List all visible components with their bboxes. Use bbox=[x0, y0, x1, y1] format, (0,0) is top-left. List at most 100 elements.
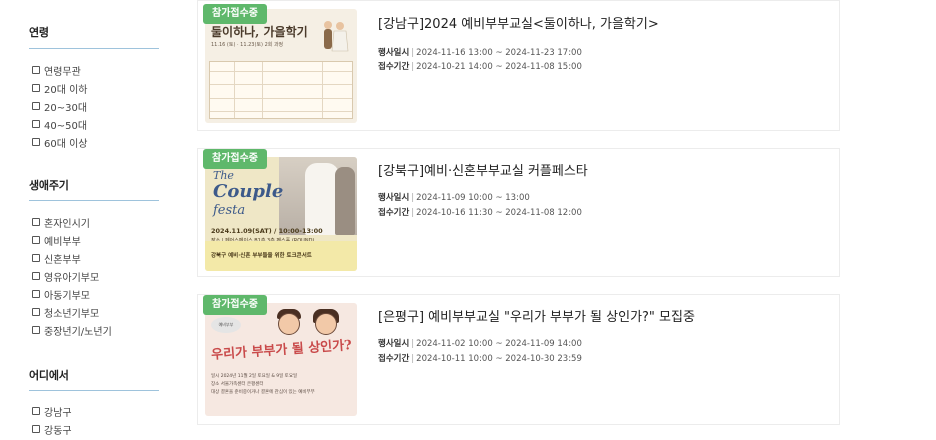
separator: | bbox=[411, 339, 415, 349]
apply-period-value: 2024-10-21 14:00 ~ 2024-11-08 15:00 bbox=[416, 62, 582, 72]
filter-option[interactable]: 20~30대 bbox=[32, 97, 88, 115]
filter-option-label: 신혼부부 bbox=[44, 254, 81, 266]
checkbox[interactable] bbox=[32, 308, 40, 316]
filter-option[interactable]: 60대 이상 bbox=[32, 133, 88, 151]
filter-option-label: 60대 이상 bbox=[44, 138, 88, 150]
filter-option[interactable]: 40~50대 bbox=[32, 115, 88, 133]
poster-schedule-table bbox=[209, 61, 353, 119]
poster-headline: 둘이하나, 가을학기 bbox=[211, 25, 308, 39]
face-illustration-icon bbox=[315, 313, 337, 335]
checkbox[interactable] bbox=[32, 425, 40, 433]
filter-option[interactable]: 영유아기부모 bbox=[32, 267, 112, 285]
event-date: 행사일시 | 2024-11-16 13:00 ~ 2024-11-23 17:00 bbox=[378, 46, 582, 58]
filter-option-label: 영유아기부모 bbox=[44, 272, 100, 284]
event-poster[interactable]: 둘이하나, 가을학기 11.16 (토) · 11.23(토) 2회 과정 bbox=[205, 9, 357, 123]
filter-option[interactable]: 예비부부 bbox=[32, 231, 112, 249]
filter-option-label: 연령무관 bbox=[44, 66, 81, 78]
apply-period-label: 접수기간 bbox=[378, 208, 410, 218]
apply-period-value: 2024-10-16 11:30 ~ 2024-11-08 12:00 bbox=[416, 208, 582, 218]
filter-list-location: 강남구 강동구 bbox=[32, 402, 72, 438]
filter-title-age: 연령 bbox=[29, 26, 49, 39]
filter-title-location: 어디에서 bbox=[29, 369, 69, 382]
apply-period: 접수기간 | 2024-10-21 14:00 ~ 2024-11-08 15:00 bbox=[378, 60, 582, 72]
checkbox[interactable] bbox=[32, 236, 40, 244]
event-date-value: 2024-11-02 10:00 ~ 2024-11-09 14:00 bbox=[416, 339, 582, 349]
event-title[interactable]: [강북구]예비·신혼부부교실 커플페스타 bbox=[378, 160, 588, 179]
filter-option-label: 중장년기/노년기 bbox=[44, 326, 112, 338]
filter-group-age: 연령 연령무관 20대 이하 20~30대 40~50대 60대 이상 bbox=[29, 24, 159, 150]
poster-desc-line: 강북구 예비·신혼 부부들을 위한 토크콘서트 bbox=[211, 253, 312, 259]
status-badge: 참가접수중 bbox=[203, 149, 267, 169]
face-illustration-icon bbox=[278, 313, 300, 335]
checkbox[interactable] bbox=[32, 326, 40, 334]
filter-title-lifecycle: 생애주기 bbox=[29, 179, 69, 192]
checkbox[interactable] bbox=[32, 102, 40, 110]
event-card[interactable]: The Couple festa 2024.11.09(SAT) / 10:00… bbox=[197, 148, 840, 277]
checkbox[interactable] bbox=[32, 218, 40, 226]
event-poster[interactable]: 예비부부 우리가 부부가 될 상인가? 일시 2024년 11월 2일 토요일 … bbox=[205, 303, 357, 416]
checkbox[interactable] bbox=[32, 138, 40, 146]
filter-option-label: 20~30대 bbox=[44, 102, 88, 114]
checkbox[interactable] bbox=[32, 290, 40, 298]
filter-group-lifecycle: 생애주기 혼자인시기 예비부부 신혼부부 영유아기부모 아동기부모 청소년기부모… bbox=[29, 177, 159, 338]
filter-option-label: 아동기부모 bbox=[44, 290, 90, 302]
separator: | bbox=[411, 354, 415, 364]
apply-period: 접수기간 | 2024-10-16 11:30 ~ 2024-11-08 12:00 bbox=[378, 206, 582, 218]
poster-bubble: 예비부부 bbox=[211, 317, 241, 333]
apply-period: 접수기간 | 2024-10-11 10:00 ~ 2024-10-30 23:59 bbox=[378, 352, 582, 364]
separator: | bbox=[411, 208, 415, 218]
filter-option[interactable]: 신혼부부 bbox=[32, 249, 112, 267]
dress-illustration bbox=[305, 163, 339, 235]
filter-option[interactable]: 강동구 bbox=[32, 420, 72, 438]
event-title[interactable]: [은평구] 예비부부교실 "우리가 부부가 될 상인가?" 모집중 bbox=[378, 306, 695, 325]
event-card[interactable]: 둘이하나, 가을학기 11.16 (토) · 11.23(토) 2회 과정 참가… bbox=[197, 0, 840, 131]
event-date-label: 행사일시 bbox=[378, 48, 410, 58]
separator: | bbox=[411, 193, 415, 203]
couple-illustration-icon bbox=[324, 21, 349, 52]
checkbox[interactable] bbox=[32, 66, 40, 74]
poster-info-line: 일시 2024년 11월 2일 토요일 & 9일 토요일 bbox=[211, 374, 298, 379]
poster-dates: 11.16 (토) · 11.23(토) 2회 과정 bbox=[211, 42, 284, 48]
filter-option-label: 강남구 bbox=[44, 407, 72, 419]
status-badge: 참가접수중 bbox=[203, 4, 267, 24]
filter-option-label: 20대 이하 bbox=[44, 84, 88, 96]
filter-option[interactable]: 강남구 bbox=[32, 402, 72, 420]
event-date-label: 행사일시 bbox=[378, 339, 410, 349]
event-title[interactable]: [강남구]2024 예비부부교실<둘이하나, 가을학기> bbox=[378, 13, 659, 32]
filter-option-label: 혼자인시기 bbox=[44, 218, 90, 230]
poster-date-line: 2024.11.09(SAT) / 10:00-13:00 bbox=[211, 227, 323, 235]
filter-list-lifecycle: 혼자인시기 예비부부 신혼부부 영유아기부모 아동기부모 청소년기부모 중장년기… bbox=[32, 213, 112, 339]
event-poster[interactable]: The Couple festa 2024.11.09(SAT) / 10:00… bbox=[205, 157, 357, 271]
filter-list-age: 연령무관 20대 이하 20~30대 40~50대 60대 이상 bbox=[32, 61, 88, 151]
checkbox[interactable] bbox=[32, 254, 40, 262]
checkbox[interactable] bbox=[32, 84, 40, 92]
separator: | bbox=[411, 48, 415, 58]
filter-option[interactable]: 청소년기부모 bbox=[32, 303, 112, 321]
checkbox[interactable] bbox=[32, 120, 40, 128]
filter-group-location: 어디에서 강남구 강동구 bbox=[29, 367, 159, 437]
apply-period-value: 2024-10-11 10:00 ~ 2024-10-30 23:59 bbox=[416, 354, 582, 364]
status-badge: 참가접수중 bbox=[203, 295, 267, 315]
filter-option[interactable]: 연령무관 bbox=[32, 61, 88, 79]
event-date: 행사일시 | 2024-11-02 10:00 ~ 2024-11-09 14:00 bbox=[378, 337, 582, 349]
filter-option[interactable]: 혼자인시기 bbox=[32, 213, 112, 231]
event-date-value: 2024-11-16 13:00 ~ 2024-11-23 17:00 bbox=[416, 48, 582, 58]
apply-period-label: 접수기간 bbox=[378, 62, 410, 72]
filter-option[interactable]: 20대 이하 bbox=[32, 79, 88, 97]
poster-headline: 우리가 부부가 될 상인가? bbox=[210, 338, 353, 363]
suit-illustration bbox=[335, 167, 355, 235]
poster-photo bbox=[279, 157, 357, 235]
filter-option[interactable]: 중장년기/노년기 bbox=[32, 321, 112, 339]
event-date: 행사일시 | 2024-11-09 10:00 ~ 13:00 bbox=[378, 191, 530, 203]
poster-script-festa: festa bbox=[213, 203, 246, 218]
divider bbox=[29, 390, 159, 391]
apply-period-label: 접수기간 bbox=[378, 354, 410, 364]
filter-option[interactable]: 아동기부모 bbox=[32, 285, 112, 303]
checkbox[interactable] bbox=[32, 407, 40, 415]
poster-info-line: 장소 서울가족센터 은평센터 bbox=[211, 382, 264, 387]
filter-option-label: 강동구 bbox=[44, 425, 72, 437]
event-card[interactable]: 예비부부 우리가 부부가 될 상인가? 일시 2024년 11월 2일 토요일 … bbox=[197, 294, 840, 425]
checkbox[interactable] bbox=[32, 272, 40, 280]
divider bbox=[29, 48, 159, 49]
filter-option-label: 예비부부 bbox=[44, 236, 81, 248]
